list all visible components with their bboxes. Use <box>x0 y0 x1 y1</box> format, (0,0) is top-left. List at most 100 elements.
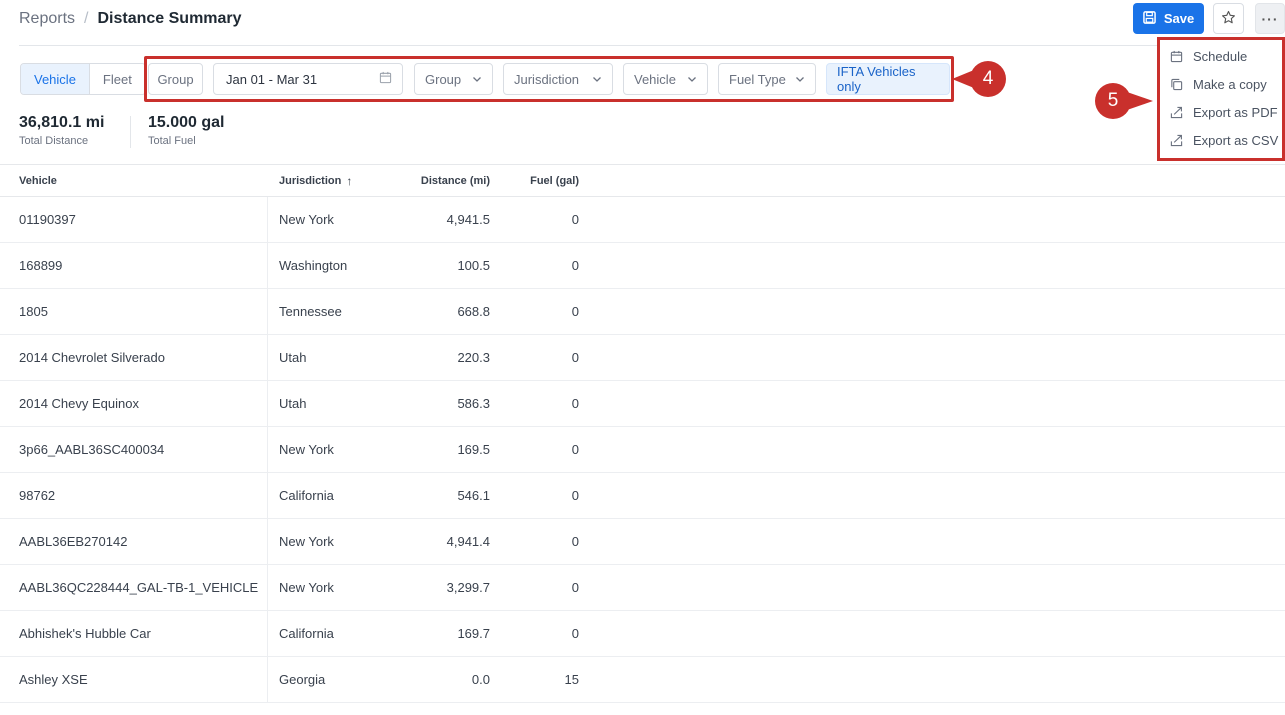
cell-distance: 586.3 <box>457 396 490 411</box>
export-icon <box>1169 133 1183 147</box>
jurisdiction-dropdown-label: Jurisdiction <box>514 71 580 87</box>
cell-vehicle: Ashley XSE <box>0 657 268 702</box>
menu-item-label: Export as PDF <box>1193 104 1278 120</box>
table-row[interactable]: AABL36QC228444_GAL-TB-1_VEHICLE New York… <box>0 565 1285 611</box>
cell-vehicle: 2014 Chevrolet Silverado <box>0 335 268 380</box>
total-distance-label: Total Distance <box>19 135 89 147</box>
cell-jurisdiction: Utah <box>279 350 307 365</box>
cell-distance: 169.5 <box>457 442 490 457</box>
cell-vehicle: 3p66_AABL36SC400034 <box>0 427 268 472</box>
cell-vehicle: 168899 <box>0 243 268 288</box>
vehicle-dropdown[interactable]: Vehicle <box>623 63 708 95</box>
total-distance-value: 36,810.1 mi <box>19 114 105 131</box>
cell-vehicle: 01190397 <box>0 197 268 242</box>
save-icon <box>1142 10 1156 27</box>
more-options-menu: Schedule Make a copy Export as PDF Expor… <box>1157 37 1285 161</box>
distance-table: Vehicle Jurisdiction ↑ Distance (mi) Fue… <box>0 164 1285 703</box>
cell-fuel: 0 <box>571 626 579 641</box>
column-header-vehicle[interactable]: Vehicle <box>0 165 268 196</box>
total-fuel-label: Total Fuel <box>148 135 196 147</box>
cell-fuel: 0 <box>571 442 579 457</box>
toggle-vehicle[interactable]: Vehicle <box>21 64 90 94</box>
table-row[interactable]: 3p66_AABL36SC400034 New York 169.5 0 <box>0 427 1285 473</box>
cell-jurisdiction: Georgia <box>279 672 326 687</box>
export-icon <box>1169 105 1183 119</box>
date-range-picker[interactable]: Jan 01 - Mar 31 <box>213 63 403 95</box>
cell-vehicle: Abhishek's Hubble Car <box>0 611 268 656</box>
stat-divider <box>130 116 131 148</box>
total-fuel-value: 15.000 gal <box>148 114 225 131</box>
cell-distance: 4,941.5 <box>446 212 490 227</box>
cell-jurisdiction: Washington <box>279 258 348 273</box>
menu-item-export-pdf[interactable]: Export as PDF <box>1160 98 1282 126</box>
cell-fuel: 0 <box>571 580 579 595</box>
cell-fuel: 0 <box>571 396 579 411</box>
group-filter-label: Group <box>157 71 194 87</box>
menu-item-make-copy[interactable]: Make a copy <box>1160 70 1282 98</box>
table-row[interactable]: Ashley XSE Georgia 0.0 15 <box>0 657 1285 703</box>
jurisdiction-dropdown[interactable]: Jurisdiction <box>503 63 613 95</box>
group-dropdown-label: Group <box>425 71 462 87</box>
menu-item-schedule[interactable]: Schedule <box>1160 42 1282 70</box>
column-header-jurisdiction[interactable]: Jurisdiction ↑ <box>268 174 380 188</box>
cell-distance: 169.7 <box>457 626 490 641</box>
menu-item-label: Schedule <box>1193 48 1248 64</box>
menu-item-label: Make a copy <box>1193 76 1267 92</box>
cell-jurisdiction: New York <box>279 212 334 227</box>
table-row[interactable]: 98762 California 546.1 0 <box>0 473 1285 519</box>
cell-fuel: 0 <box>571 258 579 273</box>
column-header-fuel[interactable]: Fuel (gal) <box>490 175 579 187</box>
cell-vehicle: 1805 <box>0 289 268 334</box>
total-distance-stat: 36,810.1 mi Total Distance <box>19 114 104 147</box>
callout-number: 5 <box>1095 83 1131 119</box>
table-row[interactable]: Abhishek's Hubble Car California 169.7 0 <box>0 611 1285 657</box>
cell-jurisdiction: New York <box>279 534 334 549</box>
fuel-type-dropdown[interactable]: Fuel Type <box>718 63 816 95</box>
cell-distance: 668.8 <box>457 304 490 319</box>
chevron-down-icon <box>796 77 804 82</box>
cell-distance: 546.1 <box>457 488 490 503</box>
cell-fuel: 15 <box>564 672 579 687</box>
ifta-vehicles-toggle[interactable]: IFTA Vehicles only <box>826 63 950 95</box>
toggle-fleet[interactable]: Fleet <box>89 64 145 94</box>
view-toggle: Vehicle Fleet <box>20 63 146 95</box>
column-header-jurisdiction-label: Jurisdiction <box>279 174 342 187</box>
page-header: Reports / Distance Summary <box>0 0 1285 46</box>
cell-jurisdiction: New York <box>279 442 334 457</box>
date-range-value: Jan 01 - Mar 31 <box>226 71 318 87</box>
fuel-type-dropdown-label: Fuel Type <box>729 71 786 87</box>
table-row[interactable]: 2014 Chevrolet Silverado Utah 220.3 0 <box>0 335 1285 381</box>
table-header: Vehicle Jurisdiction ↑ Distance (mi) Fue… <box>0 164 1285 197</box>
favorite-button[interactable] <box>1213 3 1244 34</box>
header-divider <box>19 45 1228 46</box>
save-button-label: Save <box>1163 11 1195 26</box>
breadcrumb: Reports / Distance Summary <box>19 10 242 28</box>
cell-fuel: 0 <box>571 350 579 365</box>
chevron-down-icon <box>593 77 601 82</box>
cell-vehicle: 2014 Chevy Equinox <box>0 381 268 426</box>
more-options-button[interactable]: ··· <box>1255 3 1285 34</box>
star-icon <box>1221 10 1236 28</box>
chevron-down-icon <box>473 77 481 82</box>
save-button[interactable]: Save <box>1133 3 1204 34</box>
cell-jurisdiction: Utah <box>279 396 307 411</box>
table-row[interactable]: 1805 Tennessee 668.8 0 <box>0 289 1285 335</box>
total-fuel-stat: 15.000 gal Total Fuel <box>148 114 225 147</box>
cell-fuel: 0 <box>571 304 579 319</box>
table-row[interactable]: 168899 Washington 100.5 0 <box>0 243 1285 289</box>
cell-jurisdiction: California <box>279 626 334 641</box>
cell-fuel: 0 <box>571 534 579 549</box>
breadcrumb-reports-link[interactable]: Reports <box>19 10 75 28</box>
column-header-distance[interactable]: Distance (mi) <box>380 175 490 187</box>
chevron-down-icon <box>688 77 696 82</box>
group-dropdown[interactable]: Group <box>414 63 493 95</box>
table-row[interactable]: AABL36EB270142 New York 4,941.4 0 <box>0 519 1285 565</box>
menu-item-export-csv[interactable]: Export as CSV <box>1160 126 1282 154</box>
cell-jurisdiction: Tennessee <box>279 304 342 319</box>
table-row[interactable]: 2014 Chevy Equinox Utah 586.3 0 <box>0 381 1285 427</box>
table-row[interactable]: 01190397 New York 4,941.5 0 <box>0 197 1285 243</box>
copy-icon <box>1169 77 1183 91</box>
cell-vehicle: AABL36EB270142 <box>0 519 268 564</box>
group-filter[interactable]: Group <box>148 63 203 95</box>
cell-vehicle: AABL36QC228444_GAL-TB-1_VEHICLE <box>0 565 268 610</box>
